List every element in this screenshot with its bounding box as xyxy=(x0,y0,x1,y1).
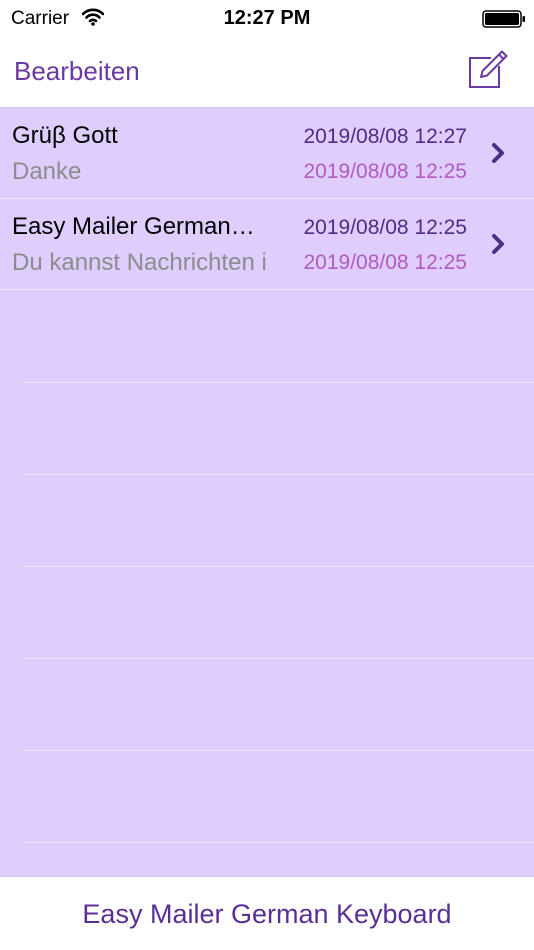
status-bar: Carrier 12:27 PM xyxy=(0,0,534,38)
status-time: 12:27 PM xyxy=(223,7,311,29)
chevron-right-icon xyxy=(492,143,504,163)
chevron-right-icon xyxy=(492,234,504,254)
edit-button[interactable]: Bearbeiten xyxy=(14,56,140,87)
message-subtitle: Du kannst Nachrichten i xyxy=(12,249,267,276)
battery-icon xyxy=(482,10,525,28)
nav-bar: Bearbeiten xyxy=(0,38,534,108)
message-date-secondary: 2019/08/08 12:25 xyxy=(303,251,468,274)
message-date-secondary: 2019/08/08 12:25 xyxy=(303,160,468,183)
message-date-primary: 2019/08/08 12:27 xyxy=(303,125,468,148)
message-title: Easy Mailer German… xyxy=(12,213,255,240)
message-cell[interactable]: Grüβ Gott Danke 2019/08/08 12:27 2019/08… xyxy=(0,108,534,199)
empty-row-separator xyxy=(24,382,534,383)
empty-row-separator xyxy=(24,474,534,475)
empty-row-separator xyxy=(24,750,534,751)
empty-row-separator xyxy=(24,566,534,567)
message-subtitle: Danke xyxy=(12,158,82,185)
message-cell[interactable]: Easy Mailer German… Du kannst Nachrichte… xyxy=(0,199,534,290)
bottom-toolbar: Easy Mailer German Keyboard xyxy=(0,876,534,950)
message-list: Grüβ Gott Danke 2019/08/08 12:27 2019/08… xyxy=(0,108,534,876)
compose-icon[interactable] xyxy=(467,48,509,90)
empty-row-separator xyxy=(24,842,534,843)
keyboard-button[interactable]: Easy Mailer German Keyboard xyxy=(0,899,534,930)
empty-row-separator xyxy=(24,658,534,659)
message-title: Grüβ Gott xyxy=(12,122,118,149)
message-date-primary: 2019/08/08 12:25 xyxy=(303,216,468,239)
